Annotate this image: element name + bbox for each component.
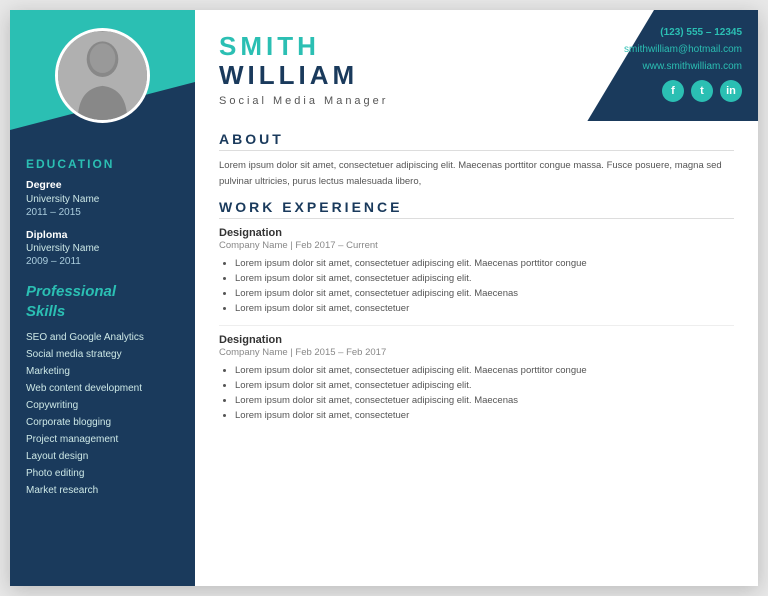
skill-3: Marketing xyxy=(26,363,179,380)
job-2: Designation Company Name | Feb 2015 – Fe… xyxy=(219,334,734,424)
skill-1: SEO and Google Analytics xyxy=(26,329,179,346)
website: www.smithwilliam.com xyxy=(624,58,742,75)
job-1-date: Feb 2017 – Current xyxy=(295,240,377,251)
job-2-bullet-3: Lorem ipsum dolor sit amet, consectetuer… xyxy=(235,393,734,408)
job-2-bullets: Lorem ipsum dolor sit amet, consectetuer… xyxy=(219,363,734,424)
skill-2: Social media strategy xyxy=(26,346,179,363)
skill-4: Web content development xyxy=(26,380,179,397)
linkedin-icon[interactable]: in xyxy=(720,80,742,102)
about-text: Lorem ipsum dolor sit amet, consectetuer… xyxy=(219,158,734,188)
avatar-image xyxy=(58,31,147,121)
phone: (123) 555 – 12345 xyxy=(624,24,742,41)
job-2-bullet-1: Lorem ipsum dolor sit amet, consectetuer… xyxy=(235,363,734,378)
main-content: SMITH WILLIAM Social Media Manager (123)… xyxy=(195,10,758,586)
avatar xyxy=(55,28,150,123)
skill-9: Photo editing xyxy=(26,465,179,482)
resume-wrapper: EDUCATION Degree University Name 2011 – … xyxy=(10,10,758,586)
skill-10: Market research xyxy=(26,482,179,499)
job-1-bullet-3: Lorem ipsum dolor sit amet, consectetuer… xyxy=(235,286,734,301)
job-2-company-date: Company Name | Feb 2015 – Feb 2017 xyxy=(219,347,734,358)
job-1-bullets: Lorem ipsum dolor sit amet, consectetuer… xyxy=(219,256,734,317)
skill-6: Corporate blogging xyxy=(26,414,179,431)
edu-year-2: 2009 – 2011 xyxy=(26,255,179,268)
skill-5: Copywriting xyxy=(26,397,179,414)
job-1-company: Company Name xyxy=(219,240,288,251)
facebook-icon[interactable]: f xyxy=(662,80,684,102)
job-1-bullet-4: Lorem ipsum dolor sit amet, consectetuer xyxy=(235,301,734,316)
job-2-bullet-2: Lorem ipsum dolor sit amet, consectetuer… xyxy=(235,378,734,393)
job-1-bullet-2: Lorem ipsum dolor sit amet, consectetuer… xyxy=(235,271,734,286)
job-1-bullet-1: Lorem ipsum dolor sit amet, consectetuer… xyxy=(235,256,734,271)
job-1-designation: Designation xyxy=(219,227,734,239)
contact-area: (123) 555 – 12345 smithwilliam@hotmail.c… xyxy=(624,24,742,102)
main-body: ABOUT Lorem ipsum dolor sit amet, consec… xyxy=(195,121,758,586)
edu-degree-2: Diploma xyxy=(26,229,179,243)
about-heading: ABOUT xyxy=(219,131,734,151)
main-header: SMITH WILLIAM Social Media Manager (123)… xyxy=(195,10,758,121)
twitter-icon[interactable]: t xyxy=(691,80,713,102)
email: smithwilliam@hotmail.com xyxy=(624,41,742,58)
job-1: Designation Company Name | Feb 2017 – Cu… xyxy=(219,227,734,317)
edu-university-1: University Name xyxy=(26,193,179,206)
edu-degree-1: Degree xyxy=(26,179,179,193)
sidebar-content: EDUCATION Degree University Name 2011 – … xyxy=(10,133,195,511)
skills-title: ProfessionalSkills xyxy=(26,282,179,321)
edu-item-1: Degree University Name 2011 – 2015 xyxy=(26,179,179,219)
skill-8: Layout design xyxy=(26,448,179,465)
sidebar: EDUCATION Degree University Name 2011 – … xyxy=(10,10,195,586)
skill-7: Project management xyxy=(26,431,179,448)
education-title: EDUCATION xyxy=(26,157,179,171)
edu-year-1: 2011 – 2015 xyxy=(26,206,179,219)
job-2-designation: Designation xyxy=(219,334,734,346)
skills-list: SEO and Google Analytics Social media st… xyxy=(26,329,179,499)
work-heading: WORK EXPERIENCE xyxy=(219,199,734,219)
job-2-bullet-4: Lorem ipsum dolor sit amet, consectetuer xyxy=(235,408,734,423)
job-1-company-date: Company Name | Feb 2017 – Current xyxy=(219,240,734,251)
job-divider xyxy=(219,325,734,326)
edu-item-2: Diploma University Name 2009 – 2011 xyxy=(26,229,179,269)
edu-university-2: University Name xyxy=(26,242,179,255)
avatar-container xyxy=(10,10,195,133)
job-2-company: Company Name xyxy=(219,347,288,358)
job-2-date: Feb 2015 – Feb 2017 xyxy=(295,347,386,358)
social-icons: f t in xyxy=(624,80,742,102)
